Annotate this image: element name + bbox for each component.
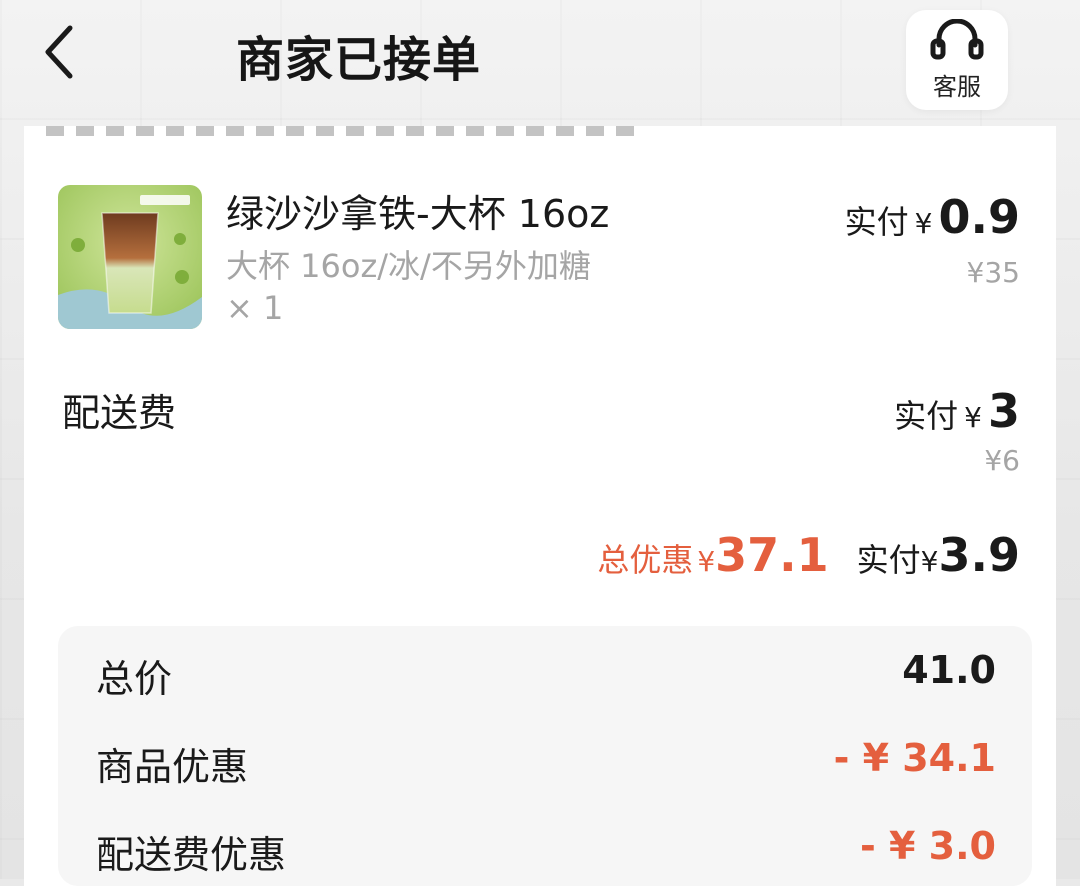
chevron-left-icon bbox=[45, 25, 73, 79]
currency-symbol: ¥ bbox=[964, 401, 982, 434]
product-thumbnail[interactable] bbox=[58, 185, 202, 329]
totals-row: 总优惠 ¥ 37.1 实付 ¥ 3.9 bbox=[597, 528, 1020, 582]
summary-value-item-discount: - ¥ 34.1 bbox=[833, 736, 996, 780]
customer-service-label: 客服 bbox=[933, 72, 981, 101]
scrolled-text-remnant bbox=[46, 126, 646, 138]
product-spec: 大杯 16oz/冰/不另外加糖 bbox=[226, 247, 591, 285]
product-name: 绿沙沙拿铁-大杯 16oz bbox=[226, 192, 610, 236]
product-paid: 实付 ¥ 0.9 bbox=[845, 190, 1020, 244]
product-paid-value: 0.9 bbox=[938, 190, 1021, 244]
back-button[interactable] bbox=[30, 22, 90, 82]
customer-service-button[interactable]: 客服 bbox=[906, 10, 1008, 110]
paid-label: 实付 bbox=[844, 203, 909, 241]
currency-symbol: ¥ bbox=[914, 207, 933, 240]
total-discount-value: 37.1 bbox=[715, 528, 829, 582]
summary-value-delivery-discount: - ¥ 3.0 bbox=[860, 824, 996, 868]
header: 商家已接单 客服 bbox=[0, 0, 1080, 130]
summary-label-total: 总价 bbox=[96, 657, 173, 701]
delivery-paid: 实付 ¥ 3 bbox=[894, 384, 1020, 438]
currency-symbol: ¥ bbox=[697, 545, 716, 578]
currency-symbol: ¥ bbox=[920, 545, 939, 578]
summary-value-total: 41.0 bbox=[902, 648, 996, 692]
delivery-paid-value: 3 bbox=[987, 384, 1020, 438]
summary-label-item-discount: 商品优惠 bbox=[96, 745, 249, 789]
headset-icon bbox=[930, 18, 984, 59]
total-paid-label: 实付 bbox=[856, 541, 921, 579]
total-paid-value: 3.9 bbox=[938, 528, 1021, 582]
delivery-original-price: ¥6 bbox=[984, 444, 1020, 477]
page-title: 商家已接单 bbox=[236, 32, 482, 88]
delivery-fee-label: 配送费 bbox=[62, 391, 177, 435]
summary-label-delivery-discount: 配送费优惠 bbox=[96, 833, 287, 877]
paid-label: 实付 bbox=[894, 397, 959, 435]
product-original-price: ¥35 bbox=[966, 256, 1020, 289]
product-quantity: × 1 bbox=[226, 289, 284, 327]
total-discount-label: 总优惠 bbox=[597, 541, 694, 579]
